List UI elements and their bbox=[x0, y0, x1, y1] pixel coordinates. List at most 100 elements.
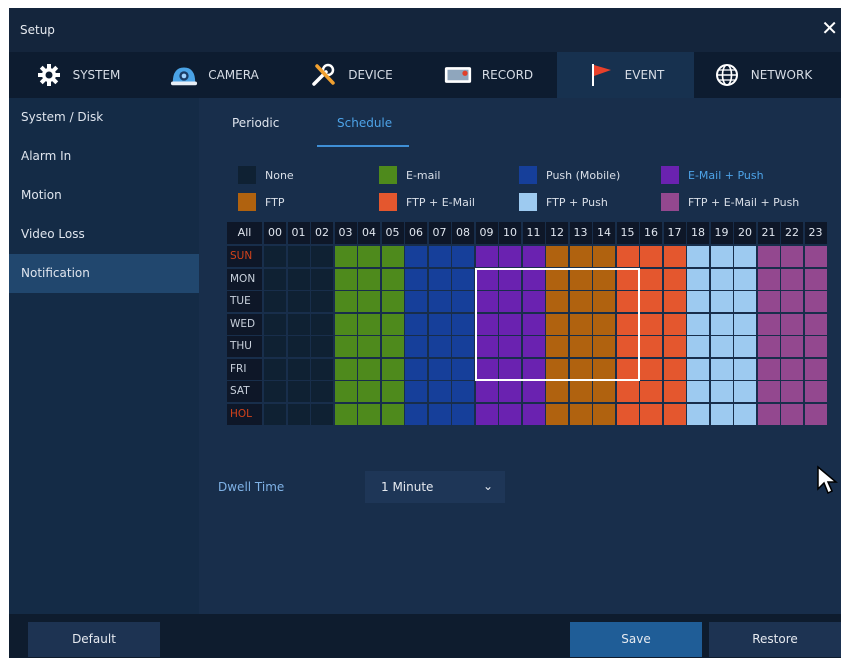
hour-header[interactable]: 02 bbox=[311, 222, 333, 244]
schedule-cell[interactable] bbox=[710, 268, 733, 290]
schedule-cell[interactable] bbox=[687, 381, 709, 402]
schedule-cell[interactable] bbox=[757, 358, 780, 380]
hour-header[interactable]: 04 bbox=[358, 222, 380, 244]
schedule-cell[interactable] bbox=[569, 403, 592, 425]
day-label[interactable]: WED bbox=[227, 313, 262, 335]
schedule-cell[interactable] bbox=[616, 268, 639, 290]
schedule-cell[interactable] bbox=[264, 358, 286, 380]
schedule-cell[interactable] bbox=[640, 358, 662, 380]
schedule-cell[interactable] bbox=[452, 358, 474, 380]
schedule-cell[interactable] bbox=[734, 313, 756, 335]
tab-record[interactable]: RECORD bbox=[420, 52, 557, 98]
schedule-cell[interactable] bbox=[334, 358, 357, 380]
schedule-cell[interactable] bbox=[381, 291, 404, 312]
schedule-cell[interactable] bbox=[381, 358, 404, 380]
schedule-cell[interactable] bbox=[428, 403, 451, 425]
schedule-cell[interactable] bbox=[616, 336, 639, 357]
schedule-cell[interactable] bbox=[734, 291, 756, 312]
schedule-cell[interactable] bbox=[546, 246, 568, 267]
schedule-cell[interactable] bbox=[405, 336, 427, 357]
day-label[interactable]: MON bbox=[227, 268, 262, 290]
schedule-cell[interactable] bbox=[663, 358, 686, 380]
schedule-cell[interactable] bbox=[640, 336, 662, 357]
hour-header[interactable]: 18 bbox=[687, 222, 709, 244]
hour-header[interactable]: 05 bbox=[381, 222, 404, 244]
schedule-cell[interactable] bbox=[734, 268, 756, 290]
day-label[interactable]: SUN bbox=[227, 246, 262, 267]
schedule-cell[interactable] bbox=[311, 268, 333, 290]
schedule-cell[interactable] bbox=[687, 313, 709, 335]
schedule-cell[interactable] bbox=[710, 381, 733, 402]
schedule-cell[interactable] bbox=[734, 246, 756, 267]
schedule-cell[interactable] bbox=[593, 246, 615, 267]
schedule-cell[interactable] bbox=[663, 291, 686, 312]
hour-header[interactable]: 10 bbox=[499, 222, 521, 244]
schedule-cell[interactable] bbox=[710, 291, 733, 312]
schedule-cell[interactable] bbox=[687, 336, 709, 357]
sidebar-item-notification[interactable]: Notification bbox=[9, 254, 199, 293]
hour-header[interactable]: 06 bbox=[405, 222, 427, 244]
schedule-cell[interactable] bbox=[452, 381, 474, 402]
schedule-cell[interactable] bbox=[334, 313, 357, 335]
day-label[interactable]: SAT bbox=[227, 381, 262, 402]
schedule-cell[interactable] bbox=[804, 246, 827, 267]
schedule-cell[interactable] bbox=[804, 268, 827, 290]
day-label[interactable]: THU bbox=[227, 336, 262, 357]
schedule-cell[interactable] bbox=[428, 358, 451, 380]
schedule-cell[interactable] bbox=[428, 313, 451, 335]
schedule-cell[interactable] bbox=[569, 313, 592, 335]
schedule-cell[interactable] bbox=[640, 313, 662, 335]
schedule-cell[interactable] bbox=[475, 336, 498, 357]
hour-header[interactable]: 21 bbox=[757, 222, 780, 244]
schedule-cell[interactable] bbox=[358, 268, 380, 290]
schedule-cell[interactable] bbox=[428, 291, 451, 312]
hour-header[interactable]: 08 bbox=[452, 222, 474, 244]
schedule-cell[interactable] bbox=[593, 381, 615, 402]
schedule-cell[interactable] bbox=[264, 268, 286, 290]
schedule-cell[interactable] bbox=[311, 358, 333, 380]
schedule-cell[interactable] bbox=[616, 246, 639, 267]
save-button[interactable]: Save bbox=[570, 622, 702, 657]
schedule-cell[interactable] bbox=[734, 358, 756, 380]
schedule-cell[interactable] bbox=[569, 246, 592, 267]
schedule-cell[interactable] bbox=[287, 291, 310, 312]
schedule-cell[interactable] bbox=[405, 268, 427, 290]
schedule-cell[interactable] bbox=[311, 291, 333, 312]
schedule-cell[interactable] bbox=[522, 403, 545, 425]
schedule-cell[interactable] bbox=[311, 336, 333, 357]
schedule-cell[interactable] bbox=[452, 246, 474, 267]
schedule-cell[interactable] bbox=[499, 246, 521, 267]
tab-device[interactable]: DEVICE bbox=[283, 52, 420, 98]
schedule-cell[interactable] bbox=[405, 246, 427, 267]
schedule-cell[interactable] bbox=[334, 403, 357, 425]
schedule-cell[interactable] bbox=[804, 381, 827, 402]
schedule-cell[interactable] bbox=[264, 381, 286, 402]
schedule-cell[interactable] bbox=[593, 268, 615, 290]
schedule-cell[interactable] bbox=[781, 358, 803, 380]
schedule-cell[interactable] bbox=[593, 403, 615, 425]
schedule-cell[interactable] bbox=[734, 381, 756, 402]
schedule-cell[interactable] bbox=[781, 381, 803, 402]
schedule-cell[interactable] bbox=[287, 381, 310, 402]
schedule-cell[interactable] bbox=[381, 268, 404, 290]
schedule-cell[interactable] bbox=[710, 403, 733, 425]
schedule-cell[interactable] bbox=[710, 358, 733, 380]
schedule-cell[interactable] bbox=[452, 403, 474, 425]
schedule-cell[interactable] bbox=[569, 381, 592, 402]
schedule-cell[interactable] bbox=[781, 268, 803, 290]
schedule-cell[interactable] bbox=[710, 336, 733, 357]
schedule-cell[interactable] bbox=[687, 268, 709, 290]
schedule-cell[interactable] bbox=[522, 358, 545, 380]
schedule-cell[interactable] bbox=[757, 313, 780, 335]
schedule-cell[interactable] bbox=[334, 246, 357, 267]
schedule-cell[interactable] bbox=[734, 336, 756, 357]
schedule-cell[interactable] bbox=[687, 403, 709, 425]
schedule-cell[interactable] bbox=[546, 313, 568, 335]
schedule-cell[interactable] bbox=[546, 291, 568, 312]
schedule-cell[interactable] bbox=[522, 268, 545, 290]
schedule-cell[interactable] bbox=[546, 268, 568, 290]
schedule-cell[interactable] bbox=[734, 403, 756, 425]
schedule-cell[interactable] bbox=[687, 291, 709, 312]
schedule-cell[interactable] bbox=[358, 358, 380, 380]
subtab-periodic[interactable]: Periodic bbox=[232, 116, 279, 130]
